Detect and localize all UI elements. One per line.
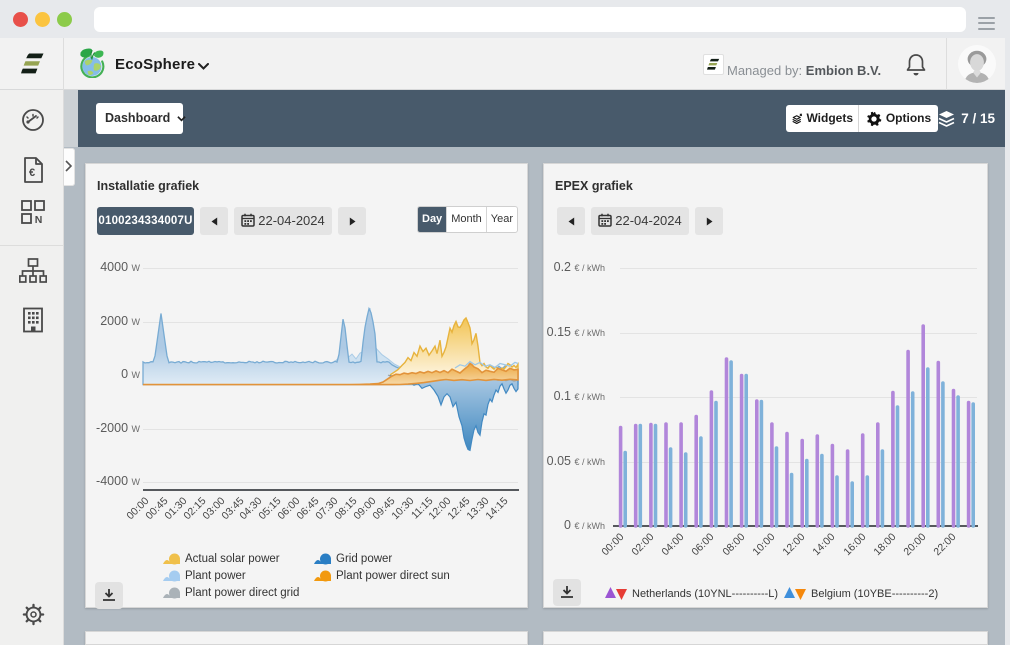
svg-text:N: N <box>35 214 43 225</box>
svg-text:€: € <box>29 167 35 179</box>
